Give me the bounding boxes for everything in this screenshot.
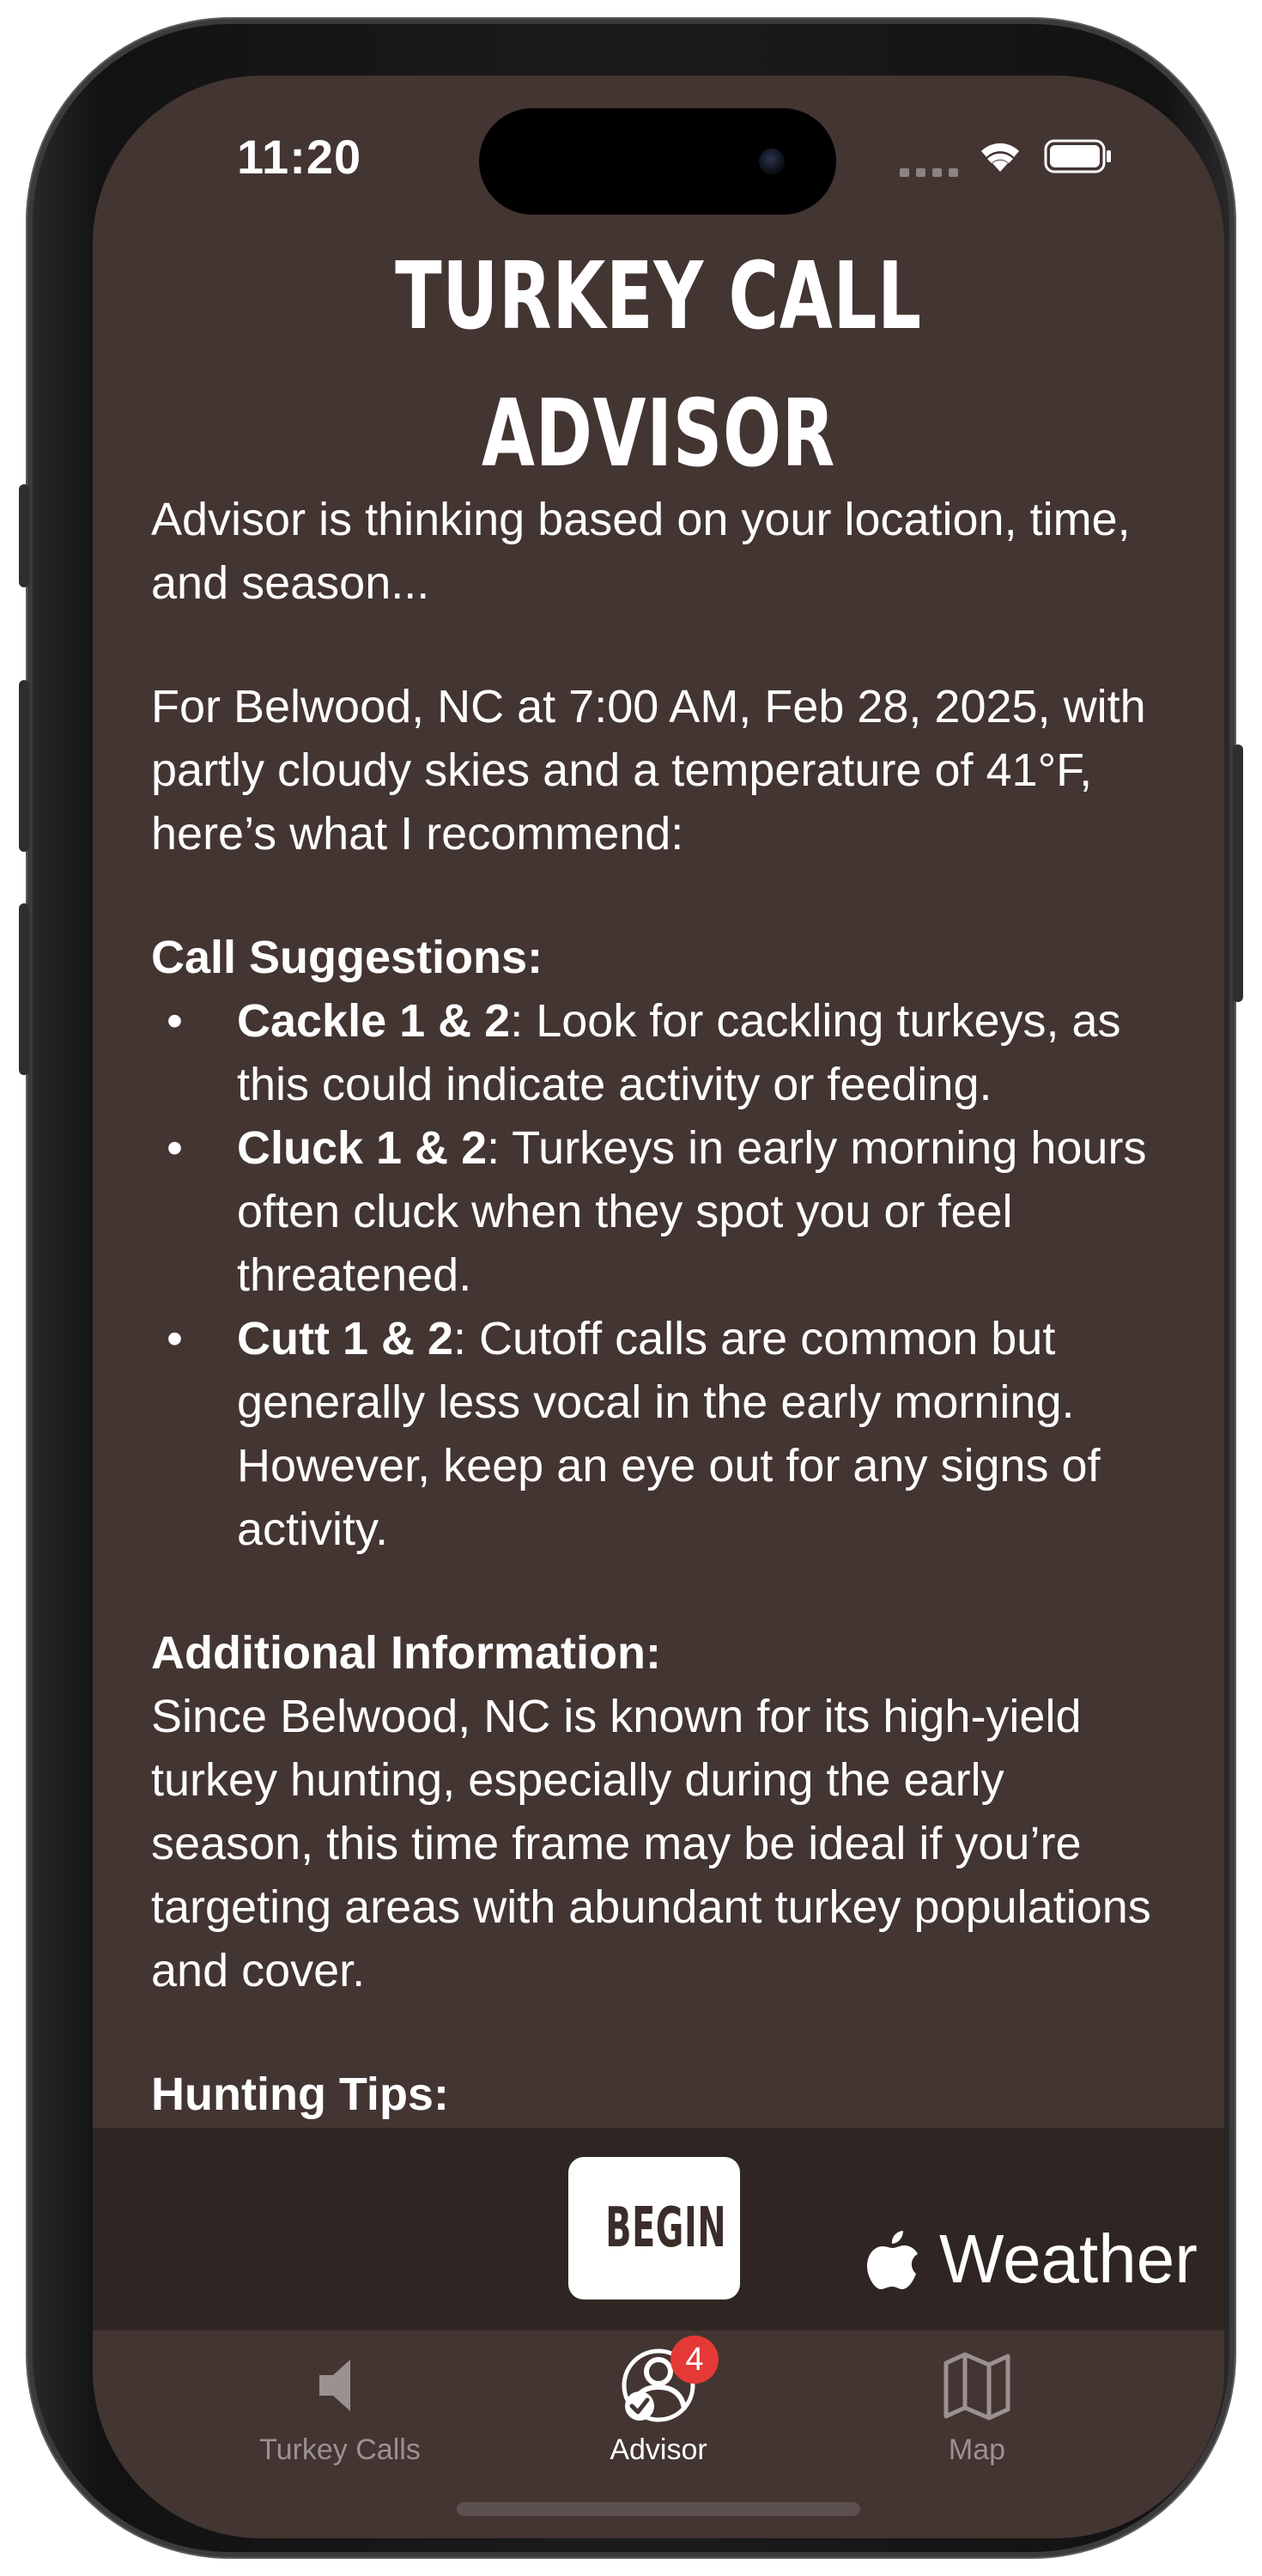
home-indicator xyxy=(457,2502,860,2516)
status-time: 11:20 xyxy=(237,130,362,184)
tab-turkey-calls[interactable]: Turkey Calls xyxy=(211,2339,469,2502)
cellular-signal-icon xyxy=(900,168,960,177)
page-title: TURKEY CALL ADVISOR xyxy=(395,243,922,488)
call-name: Cutt 1 & 2 xyxy=(237,1313,454,1364)
bullet: • xyxy=(167,1313,183,1364)
thinking-text: Advisor is thinking based on your locati… xyxy=(151,494,1131,609)
bullet: • xyxy=(167,995,183,1047)
apple-logo-icon xyxy=(867,2231,918,2289)
additional-info-text: Since Belwood, NC is known for its high-… xyxy=(151,1691,1151,1996)
map-icon xyxy=(943,2352,1010,2421)
app-screen: 11:20 TURKEY CALL ADVISOR Advisor is thi… xyxy=(93,76,1224,2538)
call-name: Cluck 1 & 2 xyxy=(237,1122,488,1174)
action-button xyxy=(19,484,29,587)
call-suggestions-list: • Cackle 1 & 2: Look for cackling turkey… xyxy=(151,989,1156,1561)
list-item: • Cutt 1 & 2: Cutoff calls are common bu… xyxy=(151,1307,1156,1561)
call-suggestions-heading: Call Suggestions: xyxy=(151,932,543,983)
bullet: • xyxy=(167,1122,183,1174)
list-item: • Cackle 1 & 2: Look for cackling turkey… xyxy=(151,989,1156,1116)
hunting-tips-heading: Hunting Tips: xyxy=(151,2069,449,2120)
volume-down-button xyxy=(19,903,29,1075)
tab-label: Turkey Calls xyxy=(259,2433,421,2466)
volume-up-button xyxy=(19,680,29,852)
additional-info-heading: Additional Information: xyxy=(151,1627,661,1679)
recommendation-intro: For Belwood, NC at 7:00 AM, Feb 28, 2025… xyxy=(151,681,1146,860)
action-bar: BEGIN Weather xyxy=(93,2128,1224,2330)
advisor-icon-wrap: 4 xyxy=(619,2336,719,2425)
begin-button[interactable]: BEGIN xyxy=(568,2157,740,2300)
list-item: • Cluck 1 & 2: Turkeys in early morning … xyxy=(151,1116,1156,1307)
wifi-icon xyxy=(981,143,1019,172)
begin-label: BEGIN xyxy=(605,2196,727,2260)
notification-badge: 4 xyxy=(670,2336,719,2384)
call-name: Cackle 1 & 2 xyxy=(237,995,511,1047)
power-button xyxy=(1233,744,1243,1002)
weather-attribution[interactable]: Weather xyxy=(865,2221,1198,2298)
battery-icon xyxy=(1044,139,1111,173)
speaker-icon xyxy=(319,2360,350,2411)
phone-frame: 11:20 TURKEY CALL ADVISOR Advisor is thi… xyxy=(19,19,1243,2557)
tab-advisor[interactable]: 4 Advisor xyxy=(530,2336,787,2502)
tab-label: Advisor xyxy=(610,2433,707,2466)
dynamic-island xyxy=(479,108,836,215)
advisor-response: Advisor is thinking based on your locati… xyxy=(151,488,1156,2128)
tab-label: Map xyxy=(948,2433,1006,2466)
tab-map[interactable]: Map xyxy=(848,2339,1106,2502)
weather-label: Weather xyxy=(939,2221,1198,2297)
camera-icon xyxy=(759,149,785,174)
